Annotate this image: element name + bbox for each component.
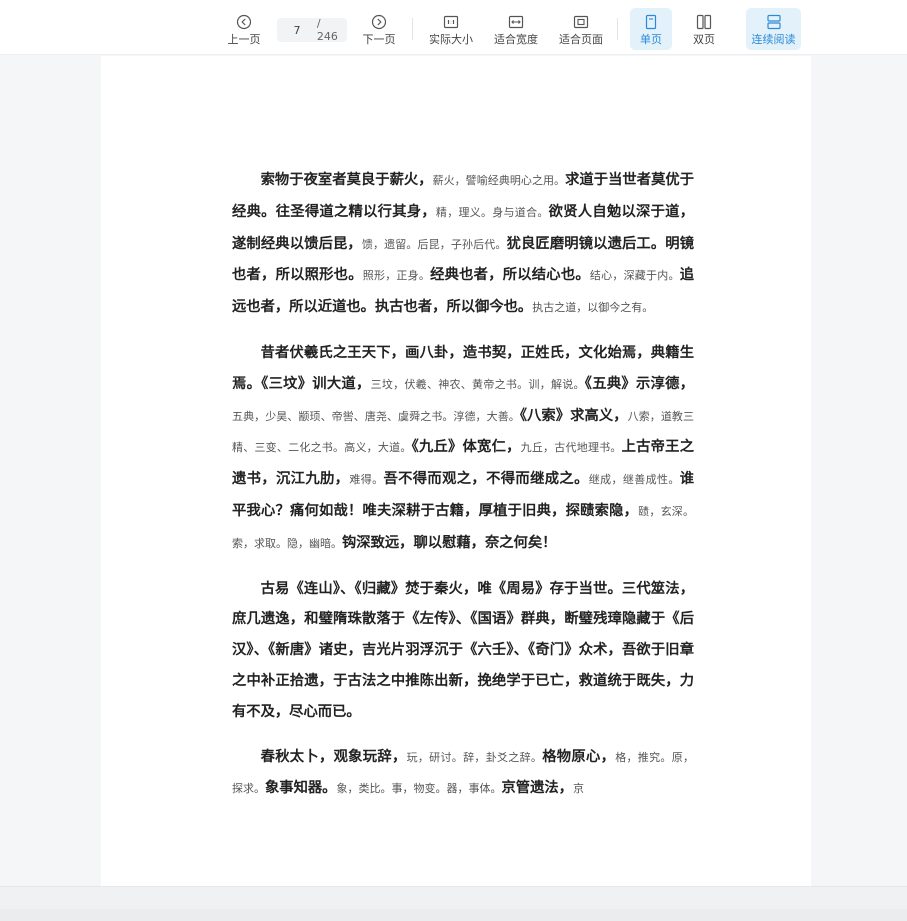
fit-width-label: 适合宽度 — [494, 33, 538, 46]
annotation-text: 五典，少昊、颛顼、帝喾、唐尧、虞舜之书。淳德，大善。 — [232, 409, 520, 423]
page-total: / 246 — [316, 17, 338, 43]
main-text: 《五典》示淳德， — [584, 375, 694, 392]
toolbar-divider — [617, 18, 618, 40]
annotation-text: 象，类比。事，物变。器，事体。 — [336, 782, 502, 796]
annotation-text: 结心，深藏于内。 — [589, 269, 680, 283]
main-text: 象事知器。 — [265, 780, 337, 797]
next-page-button[interactable]: 下一页 — [359, 8, 399, 50]
actual-size-icon — [443, 15, 459, 29]
paragraph: 昔者伏羲氏之王天下，画八卦，造书契，正姓氏，文化始焉，典籍生焉。《三坟》训大道，… — [232, 338, 694, 560]
annotation-text: 三坟，伏羲、神农、黄帝之书。训，解说。 — [370, 377, 585, 391]
main-text: 索物于夜室者莫良于薪火， — [260, 172, 433, 188]
annotation-text: 难得。 — [349, 473, 384, 487]
paragraph: 古易《连山》、《归藏》焚于秦火，唯《周易》存于当世。三代筮法，庶几遗逸，和璧隋珠… — [232, 574, 694, 728]
fit-page-icon — [573, 15, 589, 29]
fit-page-button[interactable]: 适合页面 — [556, 8, 606, 50]
continuous-reading-button[interactable]: 连续阅读 — [746, 8, 801, 50]
fit-page-label: 适合页面 — [559, 33, 603, 46]
document-page: 索物于夜室者莫良于薪火，薪火，譬喻经典明心之用。求道于当世者莫优于经典。往圣得道… — [101, 56, 811, 886]
paragraph: 春秋太卜，观象玩辞，玩，研讨。辞，卦爻之辞。格物原心，格，推究。原，探求。象事知… — [232, 742, 694, 806]
horizontal-scrollbar[interactable] — [0, 909, 907, 921]
single-page-button[interactable]: 单页 — [630, 8, 672, 50]
annotation-text: 馈，遗留。后昆，子孙后代。 — [361, 237, 507, 251]
annotation-text: 薪火，譬喻经典明心之用。 — [432, 174, 566, 187]
single-page-icon — [645, 14, 657, 30]
main-text: 吾不得而观之，不得而继成之。 — [383, 471, 589, 488]
main-text: 古易《连山》、《归藏》焚于秦火，唯《周易》存于当世。三代筮法，庶几遗逸，和璧隋珠… — [232, 580, 694, 720]
main-text: 《九丘》体宽仁， — [411, 439, 521, 456]
main-text: 格物原心， — [542, 748, 616, 765]
main-text: 春秋太卜，观象玩辞， — [260, 748, 407, 765]
actual-size-label: 实际大小 — [429, 33, 473, 46]
chevron-right-circle-icon — [371, 14, 387, 30]
toolbar-divider — [412, 18, 413, 40]
paragraph: 索物于夜室者莫良于薪火，薪火，譬喻经典明心之用。求道于当世者莫优于经典。往圣得道… — [232, 165, 694, 324]
main-text: 经典也者，所以结心也。 — [430, 267, 590, 284]
prev-page-label: 上一页 — [227, 33, 261, 46]
double-page-label: 双页 — [693, 33, 715, 46]
annotation-text: 精，理义。身与道合。 — [435, 205, 549, 219]
next-page-label: 下一页 — [362, 33, 396, 46]
main-text: 《八索》求高义， — [519, 407, 628, 424]
double-page-icon — [696, 14, 712, 30]
reader-toolbar: 上一页 7 / 246 下一页 实际大小 适合宽度 适合页面 单页 双页 连续阅… — [0, 0, 907, 55]
page-text: 索物于夜室者莫良于薪火，薪火，譬喻经典明心之用。求道于当世者莫优于经典。往圣得道… — [232, 165, 694, 819]
bottom-scroll-area — [0, 886, 907, 921]
page-number-input[interactable]: 7 — [277, 24, 317, 37]
continuous-scroll-icon — [766, 14, 781, 30]
single-page-label: 单页 — [640, 33, 662, 46]
actual-size-button[interactable]: 实际大小 — [426, 8, 476, 50]
annotation-text: 九丘，古代地理书。 — [520, 441, 622, 455]
main-text: 钩深致远，聊以慰藉，奈之何矣！ — [342, 534, 557, 551]
annotation-text: 玩，研讨。辞，卦爻之辞。 — [406, 750, 543, 764]
double-page-button[interactable]: 双页 — [684, 8, 724, 50]
prev-page-button[interactable]: 上一页 — [224, 8, 264, 50]
continuous-reading-label: 连续阅读 — [751, 33, 796, 46]
annotation-text: 京 — [572, 782, 584, 796]
annotation-text: 继成，继善成性。 — [588, 473, 680, 487]
fit-width-button[interactable]: 适合宽度 — [491, 8, 541, 50]
annotation-text: 执古之道，以御今之有。 — [532, 301, 654, 315]
annotation-text: 照形，正身。 — [362, 269, 431, 283]
chevron-left-circle-icon — [236, 14, 252, 30]
fit-width-icon — [508, 15, 524, 29]
main-text: 京管遗法， — [501, 780, 573, 797]
page-indicator: 7 / 246 — [277, 17, 347, 43]
